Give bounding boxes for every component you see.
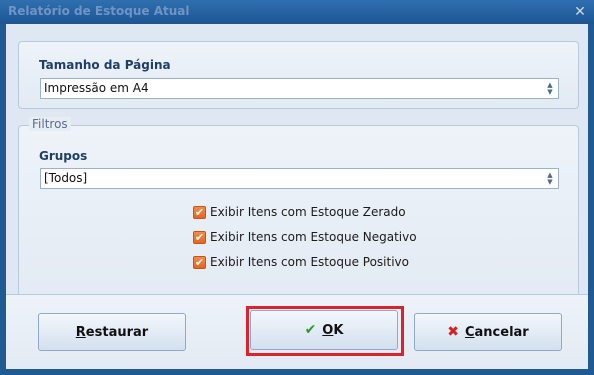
checkbox-stock-negative[interactable]: ✔ Exibir Itens com Estoque Negativo [193, 228, 417, 246]
restore-rest: estaurar [85, 324, 149, 340]
checkbox-label: Exibir Itens com Estoque Positivo [210, 255, 409, 269]
groups-label: Grupos [39, 149, 88, 163]
checkbox-label: Exibir Itens com Estoque Negativo [210, 230, 417, 244]
page-size-label: Tamanho da Página [39, 58, 171, 72]
checkbox-checked-icon[interactable]: ✔ [193, 205, 206, 219]
page-size-spinner-icon[interactable]: ▲ ▼ [544, 81, 556, 96]
cancel-button[interactable]: ✖ Cancelar [414, 313, 562, 351]
page-size-value: Impressão em A4 [44, 81, 149, 95]
checkbox-stock-zero[interactable]: ✔ Exibir Itens com Estoque Zerado [193, 203, 406, 221]
page-size-panel: Tamanho da Página Impressão em A4 ▲ ▼ [18, 41, 579, 109]
checkbox-checked-icon[interactable]: ✔ [193, 230, 206, 244]
dialog-window: Relatório de Estoque Atual ✕ Tamanho da … [0, 0, 594, 375]
chevron-down-icon: ▼ [547, 177, 553, 186]
groups-value: [Todos] [44, 171, 88, 185]
checkbox-stock-positive[interactable]: ✔ Exibir Itens com Estoque Positivo [193, 253, 409, 271]
filters-panel: Filtros Grupos [Todos] ▲ ▼ ✔ Exibir Iten… [18, 117, 579, 310]
close-icon[interactable]: ✕ [570, 2, 590, 22]
window-title: Relatório de Estoque Atual [8, 4, 190, 18]
ok-button-label: OK [322, 323, 343, 338]
groups-select[interactable]: [Todos] ▲ ▼ [40, 168, 559, 189]
groups-spinner-icon[interactable]: ▲ ▼ [544, 171, 556, 186]
dialog-client: Tamanho da Página Impressão em A4 ▲ ▼ Fi… [6, 24, 588, 369]
checkbox-label: Exibir Itens com Estoque Zerado [210, 205, 406, 219]
ok-accel: O [322, 322, 334, 338]
restore-button[interactable]: Restaurar [38, 313, 186, 351]
ok-rest: K [333, 322, 344, 338]
cancel-button-label: Cancelar [465, 325, 529, 340]
restore-button-label: Restaurar [76, 325, 148, 340]
cancel-rest: ancelar [474, 324, 529, 340]
x-icon: ✖ [447, 324, 459, 340]
ok-button[interactable]: ✔ OK [250, 310, 398, 350]
checkbox-checked-icon[interactable]: ✔ [193, 255, 206, 269]
restore-accel: R [75, 324, 86, 340]
title-bar[interactable]: Relatório de Estoque Atual ✕ [0, 0, 594, 24]
page-size-select[interactable]: Impressão em A4 ▲ ▼ [40, 78, 559, 99]
filters-legend: Filtros [29, 117, 71, 131]
checkmark-icon: ✔ [304, 322, 317, 338]
cancel-accel: C [464, 324, 475, 340]
chevron-down-icon: ▼ [547, 87, 553, 96]
